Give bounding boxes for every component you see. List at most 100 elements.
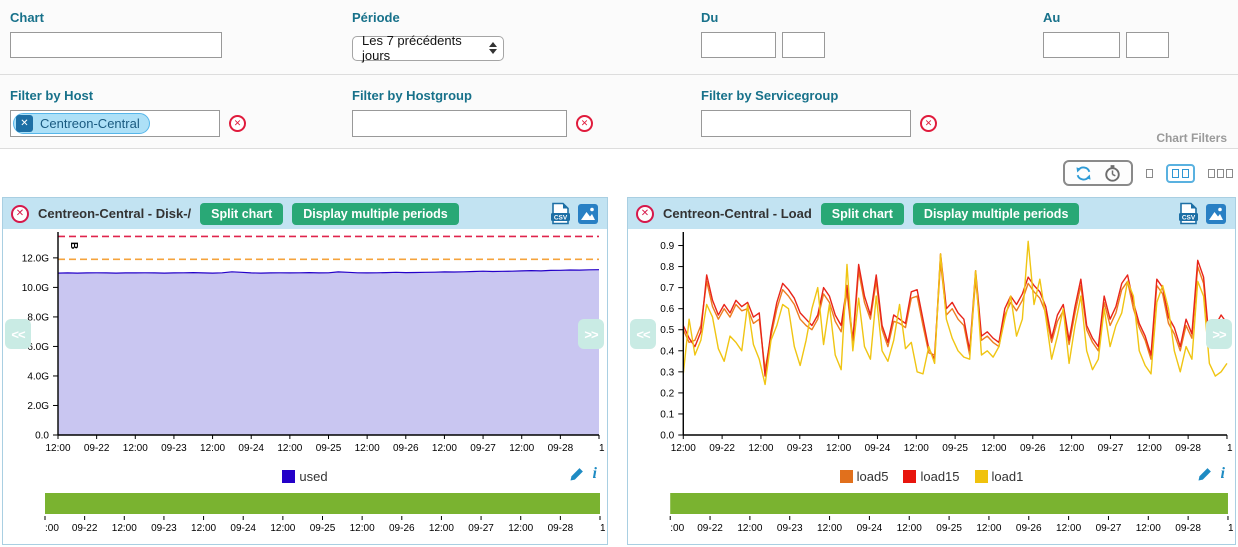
timer-icon[interactable]	[1103, 164, 1122, 183]
filter-by-host-label: Filter by Host	[10, 88, 246, 103]
load-chart[interactable]: 0.00.10.20.30.40.50.60.70.80.912:0009-22…	[628, 229, 1233, 461]
legend-label: load15	[920, 469, 959, 484]
legend-swatch	[975, 470, 988, 483]
du-label: Du	[701, 10, 825, 25]
scroll-period-right-button[interactable]: >>	[1206, 319, 1232, 349]
svg-text:12:00: 12:00	[355, 443, 380, 454]
au-time-input[interactable]	[1126, 32, 1169, 58]
svg-text:09-22: 09-22	[84, 443, 110, 454]
svg-text:12:00: 12:00	[200, 443, 225, 454]
refresh-icon[interactable]	[1074, 164, 1093, 183]
svg-text:CSV: CSV	[554, 214, 568, 221]
svg-text:0.4: 0.4	[660, 346, 674, 357]
edit-pencil-icon[interactable]	[569, 467, 584, 482]
layout-one-column-button[interactable]	[1146, 169, 1153, 178]
svg-text:12:: 12:	[1228, 523, 1233, 534]
scroll-period-left-button[interactable]: <<	[5, 319, 31, 349]
legend-item-load15[interactable]: load15	[903, 469, 959, 484]
svg-text::00: :00	[45, 523, 59, 534]
display-multiple-periods-button[interactable]: Display multiple periods	[913, 203, 1079, 225]
filter-by-servicegroup-label: Filter by Servicegroup	[701, 88, 937, 103]
host-tag: ✕ Centreon-Central	[13, 113, 150, 134]
filter-by-hostgroup-label: Filter by Hostgroup	[352, 88, 593, 103]
svg-text:12:00: 12:00	[897, 523, 923, 534]
close-chart-icon[interactable]: ✕	[11, 205, 29, 223]
du-time-input[interactable]	[782, 32, 825, 58]
svg-text:0.8: 0.8	[660, 262, 674, 273]
svg-text:09-26: 09-26	[393, 443, 419, 454]
status-timeline-bar[interactable]: :0009-2212:0009-2312:0009-2412:0009-2512…	[628, 491, 1233, 535]
edit-pencil-icon[interactable]	[1197, 467, 1212, 482]
svg-text:09-23: 09-23	[161, 443, 187, 454]
layout-three-columns-button[interactable]	[1208, 169, 1233, 178]
svg-text:4.0G: 4.0G	[27, 371, 49, 382]
svg-text:09-22: 09-22	[72, 523, 98, 534]
svg-text:12:00: 12:00	[191, 523, 216, 534]
svg-text:10.0G: 10.0G	[22, 283, 49, 294]
disk-usage-chart[interactable]: 0.02.0G4.0G6.0G8.0G10.0G12.0G12:0009-221…	[3, 229, 605, 461]
svg-text:12:: 12:	[600, 523, 605, 534]
legend-item-load5[interactable]: load5	[840, 469, 889, 484]
split-chart-button[interactable]: Split chart	[200, 203, 283, 225]
chart-filter-label: Chart	[10, 10, 222, 25]
svg-text:09-23: 09-23	[787, 443, 813, 454]
svg-text:12:00: 12:00	[432, 443, 457, 454]
svg-text:12:00: 12:00	[112, 523, 137, 534]
select-arrows-icon	[489, 42, 497, 54]
svg-text:09-27: 09-27	[1098, 443, 1124, 454]
svg-text:12:00: 12:00	[826, 443, 852, 454]
clear-host-filter-icon[interactable]: ✕	[229, 115, 246, 132]
legend-swatch	[282, 470, 295, 483]
export-image-icon[interactable]	[577, 203, 599, 225]
servicegroup-filter-input[interactable]	[701, 110, 911, 137]
svg-text:0.7: 0.7	[660, 283, 674, 294]
export-csv-icon[interactable]: CSV	[550, 202, 571, 225]
chart-search-input[interactable]	[10, 32, 222, 58]
svg-text:12:00: 12:00	[1137, 443, 1163, 454]
svg-text:12:00: 12:00	[350, 523, 375, 534]
status-timeline-bar[interactable]: :0009-2212:0009-2312:0009-2412:0009-2512…	[3, 491, 605, 535]
svg-text:12:00: 12:00	[671, 443, 697, 454]
tag-remove-icon[interactable]: ✕	[16, 115, 33, 132]
svg-text:12:00: 12:00	[817, 523, 843, 534]
legend-item-used[interactable]: used	[282, 469, 327, 484]
chart-header-load: ✕ Centreon-Central - Load Split chart Di…	[628, 198, 1235, 229]
clear-servicegroup-filter-icon[interactable]: ✕	[920, 115, 937, 132]
svg-text:09-24: 09-24	[857, 523, 883, 534]
svg-text:8.0G: 8.0G	[27, 312, 49, 323]
svg-text:09-28: 09-28	[548, 523, 574, 534]
svg-text:12:00: 12:00	[45, 443, 70, 454]
svg-text:12:00: 12:00	[1056, 523, 1082, 534]
hostgroup-filter-input[interactable]	[352, 110, 567, 137]
info-icon[interactable]: i	[1221, 466, 1225, 482]
svg-text:12:00: 12:00	[981, 443, 1007, 454]
chart-legend: used i	[3, 461, 607, 491]
clear-hostgroup-filter-icon[interactable]: ✕	[576, 115, 593, 132]
display-multiple-periods-button[interactable]: Display multiple periods	[292, 203, 458, 225]
export-csv-icon[interactable]: CSV	[1178, 202, 1199, 225]
du-date-input[interactable]	[701, 32, 776, 58]
info-icon[interactable]: i	[593, 466, 597, 482]
svg-text:09-25: 09-25	[936, 523, 962, 534]
periode-select[interactable]: Les 7 précédents jours	[352, 36, 504, 61]
chart-panel-disk: ✕ Centreon-Central - Disk-/ Split chart …	[2, 197, 608, 545]
svg-text:12:00: 12:00	[509, 443, 534, 454]
periode-label: Période	[352, 10, 504, 25]
svg-text:12:00: 12:00	[1059, 443, 1085, 454]
au-date-input[interactable]	[1043, 32, 1120, 58]
svg-text:09-27: 09-27	[1096, 523, 1122, 534]
split-chart-button[interactable]: Split chart	[821, 203, 904, 225]
close-chart-icon[interactable]: ✕	[636, 205, 654, 223]
scroll-period-left-button[interactable]: <<	[630, 319, 656, 349]
legend-label: load5	[857, 469, 889, 484]
svg-text:09-26: 09-26	[1016, 523, 1042, 534]
host-filter-input[interactable]: ✕ Centreon-Central	[10, 110, 220, 137]
legend-item-load1[interactable]: load1	[975, 469, 1024, 484]
chart-title: Centreon-Central - Load	[663, 206, 812, 221]
layout-two-columns-button[interactable]	[1166, 164, 1195, 183]
export-image-icon[interactable]	[1205, 203, 1227, 225]
svg-text:12:: 12:	[599, 443, 605, 454]
scroll-period-right-button[interactable]: >>	[578, 319, 604, 349]
svg-text:B: B	[68, 242, 79, 249]
svg-text:09-25: 09-25	[316, 443, 342, 454]
